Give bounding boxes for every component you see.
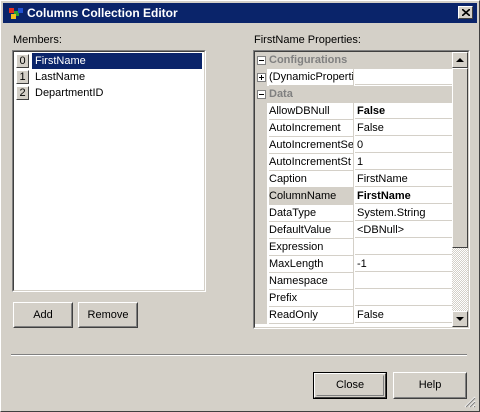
property-row-maxlength[interactable]: MaxLength -1 <box>255 256 452 273</box>
property-value[interactable] <box>355 273 452 289</box>
property-name: DataType <box>269 205 354 222</box>
close-window-button[interactable] <box>458 6 473 19</box>
scroll-up-button[interactable] <box>452 52 468 68</box>
footer-divider <box>11 354 467 356</box>
property-value[interactable]: 0 <box>355 137 452 153</box>
title-bar[interactable]: Columns Collection Editor <box>3 3 477 23</box>
property-value[interactable]: False <box>355 120 452 136</box>
member-item-firstname[interactable]: 0 FirstName <box>15 53 202 69</box>
member-item-lastname[interactable]: 1 LastName <box>15 69 202 85</box>
property-name: AllowDBNull <box>269 103 354 120</box>
property-row-dynamicproperties[interactable]: (DynamicProperti <box>255 69 452 86</box>
property-name: AutoIncrementSe <box>269 137 354 154</box>
remove-button-label: Remove <box>87 309 129 321</box>
property-row-prefix[interactable]: Prefix <box>255 290 452 307</box>
property-value[interactable]: False <box>355 307 452 323</box>
property-row-readonly[interactable]: ReadOnly False <box>255 307 452 324</box>
property-value[interactable]: FirstName <box>355 171 452 187</box>
help-button[interactable]: Help <box>393 372 467 399</box>
property-name: (DynamicProperti <box>269 69 354 86</box>
member-index: 2 <box>16 86 29 100</box>
property-value[interactable] <box>355 290 452 306</box>
property-row-datatype[interactable]: DataType System.String <box>255 205 452 222</box>
property-value[interactable]: False <box>355 103 452 119</box>
members-label: Members: <box>13 34 62 46</box>
scroll-down-button[interactable] <box>452 311 468 327</box>
property-row-caption[interactable]: Caption FirstName <box>255 171 452 188</box>
property-name: MaxLength <box>269 256 354 273</box>
property-value[interactable]: System.String <box>355 205 452 221</box>
close-icon <box>462 9 470 16</box>
scroll-down-icon <box>456 317 464 321</box>
help-button-label: Help <box>418 379 442 391</box>
member-name: LastName <box>35 71 86 83</box>
member-index: 1 <box>16 70 29 84</box>
category-configurations[interactable]: Configurations <box>255 52 452 69</box>
property-value[interactable] <box>355 69 452 85</box>
property-name: AutoIncrementSt <box>269 154 354 171</box>
property-name: Caption <box>269 171 354 188</box>
remove-button[interactable]: Remove <box>78 302 138 328</box>
property-grid[interactable]: Configurations (DynamicProperti Data All… <box>253 50 470 329</box>
app-icon <box>8 6 24 20</box>
category-data[interactable]: Data <box>255 86 452 103</box>
member-item-departmentid[interactable]: 2 DepartmentID <box>15 85 202 101</box>
collapse-icon[interactable] <box>257 90 266 99</box>
property-value[interactable]: -1 <box>355 256 452 272</box>
member-index: 0 <box>16 54 29 68</box>
property-name: Expression <box>269 239 354 256</box>
property-name: ColumnName <box>269 188 354 205</box>
scroll-up-icon <box>456 58 464 62</box>
property-row-allowdbnull[interactable]: AllowDBNull False <box>255 103 452 120</box>
member-name: FirstName <box>32 53 202 69</box>
property-name: Prefix <box>269 290 354 307</box>
property-row-columnname[interactable]: ColumnName FirstName <box>255 188 452 205</box>
property-value[interactable]: FirstName <box>355 188 452 204</box>
property-row-autoincrementst[interactable]: AutoIncrementSt 1 <box>255 154 452 171</box>
members-list[interactable]: 0 FirstName 1 LastName 2 DepartmentID <box>12 50 206 292</box>
property-name: Namespace <box>269 273 354 290</box>
properties-label: FirstName Properties: <box>254 34 361 46</box>
dialog-window: Columns Collection Editor Members: 0 Fir… <box>0 0 480 412</box>
close-button[interactable]: Close <box>313 372 387 399</box>
category-label: Configurations <box>269 54 348 66</box>
property-name: DefaultValue <box>269 222 354 239</box>
add-button-label: Add <box>33 309 53 321</box>
property-row-expression[interactable]: Expression <box>255 239 452 256</box>
property-name: AutoIncrement <box>269 120 354 137</box>
property-row-namespace[interactable]: Namespace <box>255 273 452 290</box>
property-value[interactable]: <DBNull> <box>355 222 452 238</box>
property-value[interactable]: 1 <box>355 154 452 170</box>
property-row-defaultvalue[interactable]: DefaultValue <DBNull> <box>255 222 452 239</box>
property-row-autoincrement[interactable]: AutoIncrement False <box>255 120 452 137</box>
vertical-scrollbar[interactable] <box>452 52 468 327</box>
resize-grip-icon[interactable] <box>464 396 476 408</box>
property-row-autoincrementse[interactable]: AutoIncrementSe 0 <box>255 137 452 154</box>
member-name: DepartmentID <box>35 87 104 99</box>
category-label: Data <box>269 88 293 100</box>
property-name: ReadOnly <box>269 307 354 324</box>
collapse-icon[interactable] <box>257 56 266 65</box>
expand-icon[interactable] <box>257 73 266 82</box>
window-title: Columns Collection Editor <box>27 6 178 20</box>
add-button[interactable]: Add <box>13 302 73 328</box>
property-value[interactable] <box>355 239 452 255</box>
close-button-label: Close <box>335 379 365 391</box>
scroll-thumb[interactable] <box>452 68 468 248</box>
